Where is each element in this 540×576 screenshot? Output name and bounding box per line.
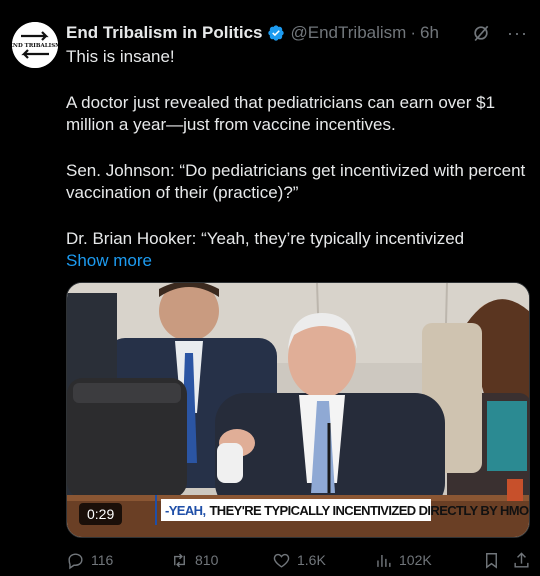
views-count: 102K xyxy=(399,552,432,568)
bookmark-button[interactable] xyxy=(482,551,501,570)
show-more-link[interactable]: Show more xyxy=(66,250,152,273)
video-player[interactable]: -YEAH, THEY'RE TYPICALLY INCENTIVIZED DI… xyxy=(66,282,530,538)
repost-count: 810 xyxy=(195,552,219,568)
share-icon xyxy=(512,551,531,570)
reply-button[interactable]: 116 xyxy=(66,551,113,570)
author-handle[interactable]: @EndTribalism xyxy=(291,23,407,43)
author-name[interactable]: End Tribalism in Politics xyxy=(66,23,263,43)
video-duration: 0:29 xyxy=(79,503,123,525)
caption-text: THEY'RE TYPICALLY INCENTIVIZED DIRECTLY … xyxy=(209,502,530,518)
views-chart-icon xyxy=(374,551,393,570)
post-paragraph: Dr. Brian Hooker: “Yeah, they’re typical… xyxy=(66,228,465,248)
tweet[interactable]: END TRIBALISM End Tribalism in Politics … xyxy=(0,0,540,576)
video-caption: -YEAH, THEY'RE TYPICALLY INCENTIVIZED DI… xyxy=(161,499,529,521)
more-icon[interactable]: ··· xyxy=(507,24,528,42)
caption-accent-bar xyxy=(155,495,157,525)
reply-count: 116 xyxy=(91,552,114,568)
avatar[interactable]: END TRIBALISM xyxy=(12,22,58,68)
post-paragraph: A doctor just revealed that pediatrician… xyxy=(66,92,496,135)
like-button[interactable]: 1.6K xyxy=(272,551,326,570)
post-paragraph: Sen. Johnson: “Do pediatricians get ince… xyxy=(66,160,526,203)
reply-icon xyxy=(66,551,85,570)
end-tribalism-logo: END TRIBALISM xyxy=(12,22,58,68)
post-paragraph: This is insane! xyxy=(66,47,175,66)
post-time[interactable]: 6h xyxy=(420,23,439,43)
caption-prefix: -YEAH, xyxy=(165,502,206,518)
post-text: This is insane! A doctor just revealed t… xyxy=(66,46,526,273)
action-bar: 116 810 1.6K 102K xyxy=(66,548,530,572)
share-button[interactable] xyxy=(512,551,531,570)
verified-badge-icon xyxy=(267,24,285,42)
views-button[interactable]: 102K xyxy=(374,551,432,570)
repost-icon xyxy=(170,551,189,570)
tweet-header: End Tribalism in Politics @EndTribalism … xyxy=(66,20,528,46)
bookmark-icon xyxy=(482,551,501,570)
grok-icon[interactable] xyxy=(471,23,491,43)
repost-button[interactable]: 810 xyxy=(170,551,218,570)
like-count: 1.6K xyxy=(297,552,326,568)
separator-dot: · xyxy=(410,23,416,42)
heart-icon xyxy=(272,551,291,570)
svg-text:END TRIBALISM: END TRIBALISM xyxy=(12,43,58,49)
